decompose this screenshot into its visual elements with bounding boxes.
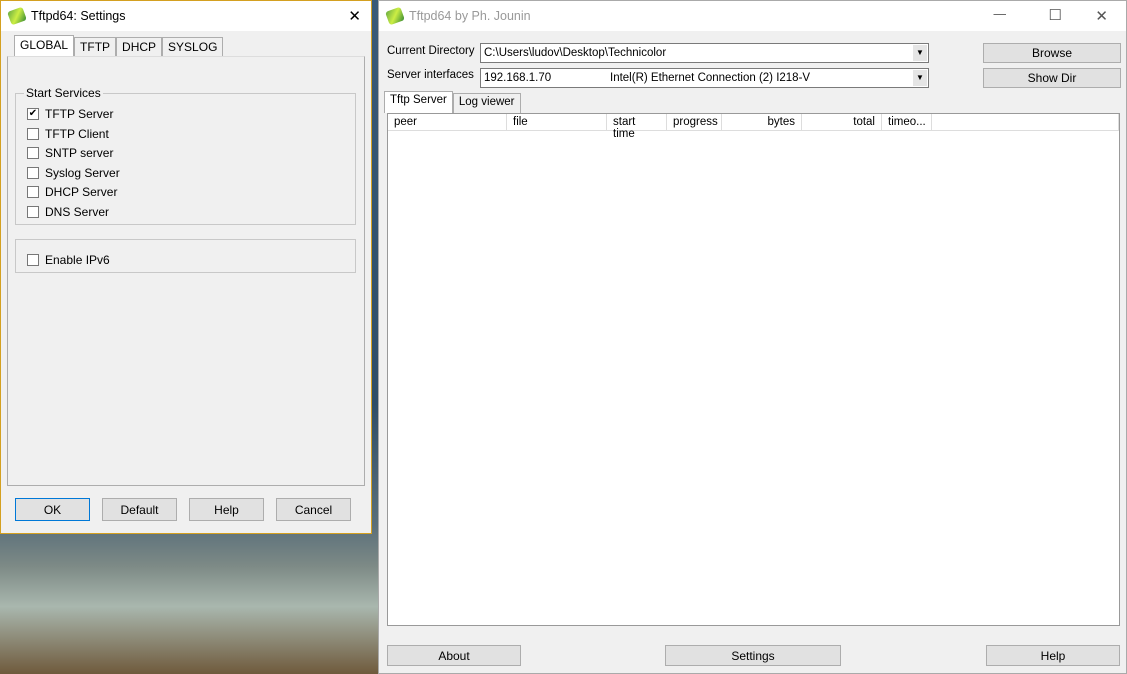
about-button[interactable]: About [387,645,521,666]
column-header-3[interactable]: progress [667,114,722,130]
tab-tftp[interactable]: TFTP [74,37,117,57]
checkbox-box[interactable] [27,186,39,198]
interface-name: Intel(R) Ethernet Connection (2) I218-V [610,72,811,84]
chevron-down-icon[interactable]: ▼ [913,70,927,86]
checkbox-label: DHCP Server [45,185,118,199]
tab-dhcp[interactable]: DHCP [116,37,163,57]
column-header-4[interactable]: bytes [722,114,802,130]
settings-window: Tftpd64: Settings ✕ GLOBAL TFTP DHCP SYS… [0,0,372,534]
checkbox-box[interactable]: ✔ [27,108,39,120]
title-bar: Tftpd64: Settings ✕ [1,1,371,31]
checkbox-box[interactable] [27,127,39,140]
window-title: Tftpd64: Settings [31,9,126,23]
minimize-button[interactable]: — [994,7,1007,21]
checkbox-syslog-server[interactable]: Syslog Server [27,166,120,180]
ok-button[interactable]: OK [15,498,90,521]
group-label: Start Services [24,86,103,100]
checkbox-box[interactable] [27,166,39,179]
checkbox-tftp-server[interactable]: ✔ TFTP Server [27,107,113,121]
chevron-down-icon[interactable]: ▼ [913,45,927,61]
server-interfaces-label: Server interfaces [387,69,474,81]
column-header-0[interactable]: peer [388,114,507,130]
interface-ip: 192.168.1.70 [484,72,552,84]
tab-syslog[interactable]: SYSLOG [162,37,224,57]
transfers-table: peer file start time progress bytes total time… [387,113,1120,626]
checkbox-sntp-server[interactable]: SNTP server [27,146,113,160]
tab-log-viewer[interactable]: Log viewer [452,93,521,113]
browse-button[interactable]: Browse [983,43,1121,63]
checkbox-box[interactable] [27,254,39,266]
window-title: Tftpd64 by Ph. Jounin [409,9,531,23]
checkbox-label: TFTP Client [45,126,109,141]
checkbox-label: Enable IPv6 [45,253,110,267]
current-directory-combo[interactable]: C:\Users\ludov\Desktop\Technicolor ▼ [480,43,929,63]
close-button[interactable]: ✕ [348,7,361,25]
checkbox-label: TFTP Server [45,107,114,121]
checkbox-dns-server[interactable]: DNS Server [27,205,109,219]
tab-tftp-server[interactable]: Tftp Server [384,91,453,113]
show-dir-button[interactable]: Show Dir [983,68,1121,88]
checkbox-label: Syslog Server [45,165,120,180]
column-header-5[interactable]: total [802,114,882,130]
maximize-button[interactable]: ☐ [1049,6,1062,24]
close-button[interactable]: ✕ [1095,7,1108,25]
column-header-6[interactable]: timeo... [882,114,932,130]
checkbox-box[interactable] [27,147,39,159]
checkbox-label: DNS Server [45,204,110,219]
checkbox-label: SNTP server [45,146,114,160]
app-icon [7,6,27,26]
column-header-1[interactable]: file [507,114,607,130]
current-directory-label: Current Directory [387,45,475,57]
checkbox-box[interactable] [27,205,39,218]
server-interfaces-combo[interactable]: 192.168.1.70 Intel(R) Ethernet Connection… [480,68,929,88]
settings-button[interactable]: Settings [665,645,841,666]
help-button[interactable]: Help [986,645,1120,666]
app-icon [385,6,405,26]
main-window: Tftpd64 by Ph. Jounin — ☐ ✕ Current Dire… [378,0,1127,674]
tab-global[interactable]: GLOBAL [14,35,75,57]
checkbox-tftp-client[interactable]: TFTP Client [27,127,109,141]
checkbox-dhcp-server[interactable]: DHCP Server [27,185,117,199]
cancel-button[interactable]: Cancel [276,498,351,521]
default-button[interactable]: Default [102,498,177,521]
title-bar: Tftpd64 by Ph. Jounin — ☐ ✕ [379,1,1126,31]
checkbox-enable-ipv6[interactable]: Enable IPv6 [27,253,110,267]
combo-value: C:\Users\ludov\Desktop\Technicolor [484,47,667,59]
help-button[interactable]: Help [189,498,264,521]
column-header-filler [932,114,1119,130]
column-header-2[interactable]: start time [607,114,667,140]
